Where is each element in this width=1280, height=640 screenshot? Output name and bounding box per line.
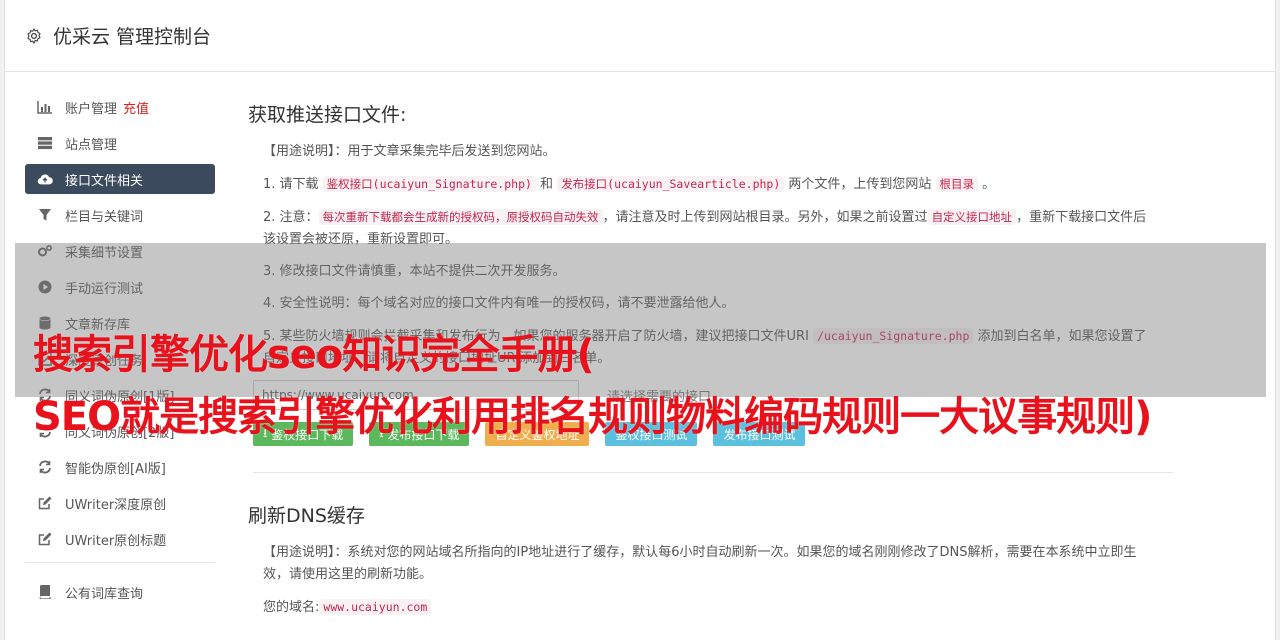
sidebar-item-label: 账户管理 [65,101,118,117]
sidebar-item-label: 智能伪原创[AI版] [65,461,166,477]
step-1: 1. 请下载 鉴权接口(ucaiyun_Signature.php) 和 发布接… [248,173,1148,196]
savearticle-file-code: 发布接口(ucaiyun_Savearticle.php) [557,176,785,192]
step-text: ，请注意及时上传到网站根目录。另外，如果之前设置过 [602,210,928,225]
section-divider [253,472,1173,473]
section-title-push-interface: 获取推送接口文件: [248,104,407,126]
usage-label: 【用途说明】 [263,545,335,560]
bar-chart-icon [37,99,53,115]
recharge-link[interactable]: 充值 [123,98,149,117]
step-text: 。 [978,177,996,192]
filter-icon [37,207,53,223]
page-title: 优采云 管理控制台 [53,26,212,48]
sidebar-item-interface-files[interactable]: 接口文件相关 [25,164,215,194]
sidebar-item-label: 站点管理 [65,137,118,153]
usage-text: ：系统对您的网站域名所指向的IP地址进行了缓存，默认每6小时自动刷新一次。如果您… [263,545,1137,582]
sidebar-item-columns-keywords[interactable]: 栏目与关键词 [25,200,215,230]
edit-icon [37,495,53,511]
usage-label: 【用途说明】 [263,144,335,159]
step-text: 和 [535,177,558,192]
cloud-upload-icon [37,171,53,187]
gear-icon [27,27,41,44]
step-text: 两个文件，上传到您网站 [784,177,936,192]
sidebar-item-label: 栏目与关键词 [65,209,144,225]
domain-label: 您的域名: [263,600,320,615]
edit-icon [37,531,53,547]
server-icon [37,135,53,151]
book-icon [37,584,53,600]
overlay-headline-line-2: SEO就是搜索引擎优化利用排名规则物料编码规则一大议事规则) [33,394,1152,440]
custom-address-code: 自定义接口地址 [927,209,1017,225]
usage-description: 【用途说明】：用于文章采集完毕后发送到您网站。 [248,141,1148,163]
sidebar-item-account[interactable]: 账户管理 充值 [25,92,215,122]
sidebar-item-uwriter-title[interactable]: UWriter原创标题 [25,524,215,554]
refresh-icon [37,459,53,475]
sidebar-item-sites[interactable]: 站点管理 [25,128,215,158]
sidebar-item-label: UWriter原创标题 [65,533,167,549]
signature-file-code: 鉴权接口(ucaiyun_Signature.php) [322,176,536,192]
sidebar-item-label: 公有词库查询 [65,586,144,602]
overlay-headline-line-1: 搜索引擎优化seo知识完全手册( [33,332,595,378]
sidebar-item-label: 接口文件相关 [65,173,144,189]
sidebar-item-smart-ai[interactable]: 智能伪原创[AI版] [25,452,215,482]
step-text: 1. 请下载 [263,177,323,192]
top-header: 优采云 管理控制台 [5,0,1275,72]
usage-text: ：用于文章采集完毕后发送到您网站。 [334,144,556,159]
dns-usage-description: 【用途说明】：系统对您的网站域名所指向的IP地址进行了缓存，默认每6小时自动刷新… [248,542,1148,586]
warning-code: 每次重新下载都会生成新的授权码，原授权码自动失效 [318,209,603,225]
root-dir-code: 根目录 [935,176,979,192]
domain-row: 您的域名: www.ucaiyun.com [248,596,1148,619]
sidebar-item-label: UWriter深度原创 [65,497,167,513]
sidebar-divider [25,562,215,563]
step-text: 2. 注意： [263,210,319,225]
sidebar-item-public-thesaurus[interactable]: 公有词库查询 [25,577,215,607]
domain-value: www.ucaiyun.com [319,599,432,615]
sidebar-item-uwriter-deep[interactable]: UWriter深度原创 [25,488,215,518]
section-title-dns: 刷新DNS缓存 [248,505,365,527]
